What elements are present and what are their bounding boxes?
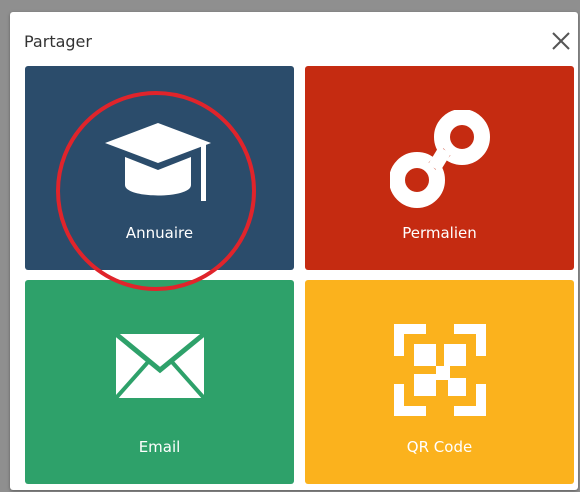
- tile-annuaire[interactable]: Annuaire: [25, 66, 294, 270]
- close-icon[interactable]: [550, 30, 572, 52]
- tile-permalien[interactable]: Permalien: [305, 66, 574, 270]
- graduation-cap-icon: [105, 123, 211, 201]
- tile-label: Annuaire: [125, 224, 194, 242]
- dialog-title: Partager: [24, 32, 92, 51]
- share-dialog: Partager Annuaire Permalien Email QR Cod…: [10, 12, 578, 490]
- tile-label: Email: [138, 438, 181, 456]
- envelope-icon: [114, 332, 206, 400]
- tile-qr-code[interactable]: QR Code: [305, 280, 574, 484]
- permalink-icon: [390, 110, 490, 208]
- tile-label: QR Code: [406, 438, 473, 456]
- qr-code-icon: [394, 324, 486, 416]
- tile-email[interactable]: Email: [25, 280, 294, 484]
- tile-label: Permalien: [402, 224, 477, 242]
